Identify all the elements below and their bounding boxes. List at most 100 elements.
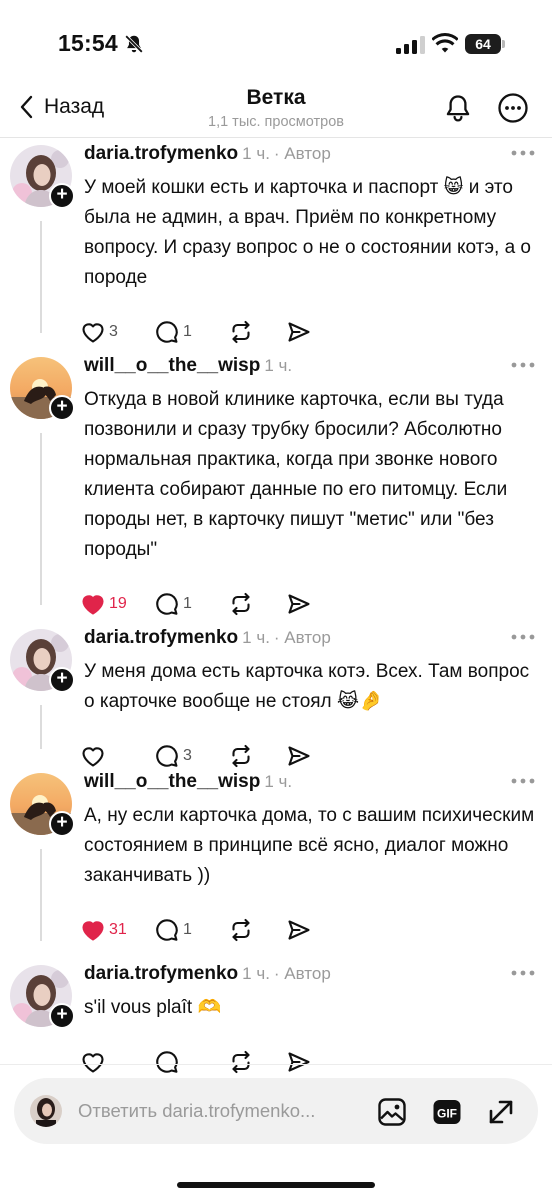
back-label: Назад xyxy=(44,95,105,118)
like-count: 31 xyxy=(109,921,127,938)
heart-icon xyxy=(80,917,106,943)
svg-text:GIF: GIF xyxy=(437,1107,457,1121)
author-badge: · Автор xyxy=(273,964,331,983)
view-count: 1,1 тыс. просмотров xyxy=(208,114,344,130)
battery-level: 64 xyxy=(465,34,501,54)
gif-icon[interactable]: GIF xyxy=(431,1096,463,1128)
username[interactable]: daria.trofymenko xyxy=(84,963,238,984)
more-dots-icon[interactable] xyxy=(508,359,538,371)
username[interactable]: daria.trofymenko xyxy=(84,143,238,164)
send-icon xyxy=(286,917,312,943)
reply-button[interactable]: 1 xyxy=(154,915,192,945)
comment-icon xyxy=(154,917,180,943)
username[interactable]: daria.trofymenko xyxy=(84,627,238,648)
post-header: will__o__the__wisp 1 ч. xyxy=(84,355,292,377)
post-header: daria.trofymenko 1 ч. · Автор xyxy=(84,627,331,649)
username[interactable]: will__o__the__wisp xyxy=(84,355,260,376)
post-actions: 31 xyxy=(80,317,340,347)
reply-input[interactable] xyxy=(78,1098,368,1124)
repost-icon xyxy=(228,319,254,345)
send-icon xyxy=(286,319,312,345)
send-icon xyxy=(286,591,312,617)
repost-icon xyxy=(228,1049,254,1075)
post-text: s'il vous plaît 🫶 xyxy=(84,997,222,1018)
thread-post: + will__o__the__wisp 1 ч. Откуда в новой кл… xyxy=(0,351,552,623)
author-badge: · Автор xyxy=(273,144,331,163)
more-dots-icon[interactable] xyxy=(508,631,538,643)
thread-post: + daria.trofymenko 1 ч. · Автор У меня дома … xyxy=(0,623,552,769)
username[interactable]: will__o__the__wisp xyxy=(84,771,260,792)
follow-plus-icon[interactable]: + xyxy=(49,395,75,421)
send-icon xyxy=(286,743,312,769)
post-header: will__o__the__wisp 1 ч. xyxy=(84,771,292,793)
follow-plus-icon[interactable]: + xyxy=(49,1003,75,1029)
thread-post: + daria.trofymenko 1 ч. · Автор У моей кошки… xyxy=(0,139,552,351)
share-button[interactable] xyxy=(286,915,312,945)
reply-button[interactable]: 1 xyxy=(154,589,192,619)
like-button[interactable]: 19 xyxy=(80,589,127,619)
send-icon xyxy=(286,1049,312,1075)
post-text: У меня дома есть карточка котэ. Всех. Та… xyxy=(84,661,530,712)
home-indicator xyxy=(177,1182,375,1188)
more-circle-icon[interactable] xyxy=(497,92,529,124)
comment-icon xyxy=(154,743,180,769)
chevron-left-icon xyxy=(20,95,33,119)
like-button[interactable]: 3 xyxy=(80,317,118,347)
repost-icon xyxy=(228,743,254,769)
follow-plus-icon[interactable]: + xyxy=(49,667,75,693)
reply-bar: GIF xyxy=(14,1078,538,1144)
title-block: Ветка 1,1 тыс. просмотров xyxy=(150,86,402,130)
repost-button[interactable] xyxy=(228,317,254,347)
post-time: 1 ч. xyxy=(242,144,270,163)
expand-icon[interactable] xyxy=(485,1096,517,1128)
reply-button[interactable]: 1 xyxy=(154,317,192,347)
reply-count: 3 xyxy=(183,747,192,764)
like-button[interactable]: 31 xyxy=(80,915,127,945)
page-title: Ветка xyxy=(246,86,306,109)
battery-indicator: 64 xyxy=(465,34,505,54)
like-count: 19 xyxy=(109,595,127,612)
comment-icon xyxy=(154,1049,180,1075)
thread-post: + will__o__the__wisp 1 ч. А, ну если карточ… xyxy=(0,767,552,959)
share-button[interactable] xyxy=(286,1047,312,1077)
my-avatar xyxy=(30,1095,62,1127)
repost-button[interactable] xyxy=(228,1047,254,1077)
repost-button[interactable] xyxy=(228,589,254,619)
thread-connector xyxy=(40,705,42,749)
follow-plus-icon[interactable]: + xyxy=(49,183,75,209)
image-icon[interactable] xyxy=(376,1096,408,1128)
heart-icon xyxy=(80,743,106,769)
post-text: У моей кошки есть и карточка и паспорт 😸… xyxy=(84,177,532,288)
battery-cap xyxy=(502,40,505,48)
comment-icon xyxy=(154,591,180,617)
post-time: 1 ч. xyxy=(242,964,270,983)
share-button[interactable] xyxy=(286,317,312,347)
post-text: Откуда в новой клинике карточка, если вы… xyxy=(84,389,508,560)
reply-button[interactable] xyxy=(154,1047,183,1077)
reply-count: 1 xyxy=(183,595,192,612)
reply-count: 1 xyxy=(183,921,192,938)
more-dots-icon[interactable] xyxy=(508,147,538,159)
repost-button[interactable] xyxy=(228,915,254,945)
post-actions xyxy=(80,1047,340,1077)
post-time: 1 ч. xyxy=(264,772,293,791)
status-bar: 15:54 64 xyxy=(0,0,552,88)
signal-icon xyxy=(396,36,425,54)
bell-icon[interactable] xyxy=(442,92,474,124)
back-button[interactable]: Назад xyxy=(18,92,104,122)
like-count: 3 xyxy=(109,323,118,340)
post-text: А, ну если карточка дома, то с вашим пси… xyxy=(84,805,535,886)
heart-icon xyxy=(80,591,106,617)
comment-icon xyxy=(154,319,180,345)
repost-icon xyxy=(228,917,254,943)
thread-post: + daria.trofymenko 1 ч. · Автор s'il vous pl… xyxy=(0,959,552,1179)
like-button[interactable] xyxy=(80,1047,109,1077)
share-button[interactable] xyxy=(286,589,312,619)
post-header: daria.trofymenko 1 ч. · Автор xyxy=(84,143,331,165)
status-time: 15:54 xyxy=(58,30,118,56)
post-time: 1 ч. xyxy=(242,628,270,647)
more-dots-icon[interactable] xyxy=(508,967,538,979)
author-badge: · Автор xyxy=(273,628,331,647)
more-dots-icon[interactable] xyxy=(508,775,538,787)
follow-plus-icon[interactable]: + xyxy=(49,811,75,837)
